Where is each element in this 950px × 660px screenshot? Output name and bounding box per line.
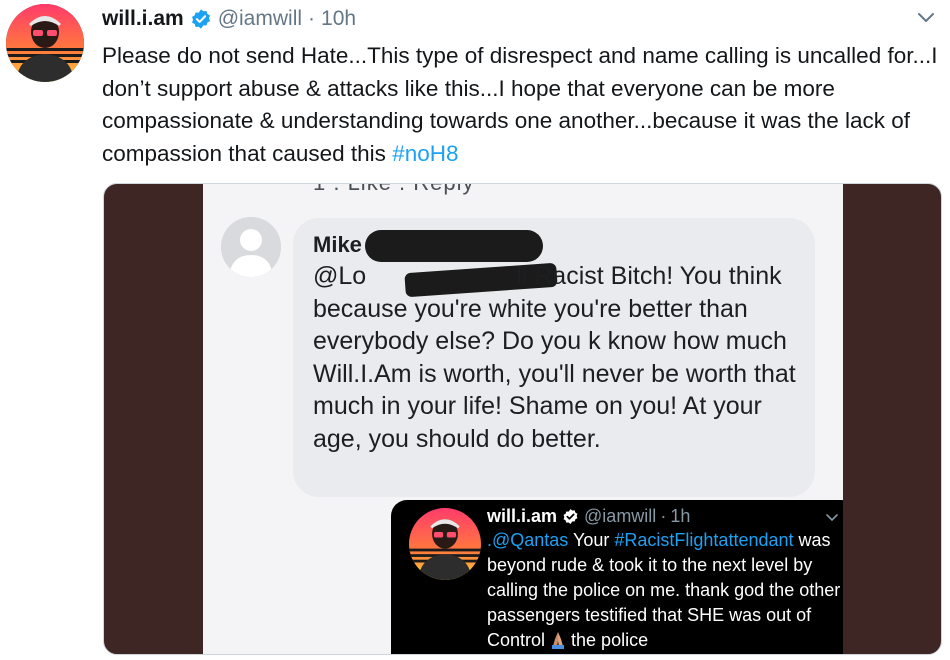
embedded-mention: .@Qantas <box>487 530 569 550</box>
embedded-author-name: will.i.am <box>487 506 558 526</box>
embedded-author-handle: @iamwill <box>584 506 657 526</box>
chevron-down-icon <box>825 510 839 522</box>
tweet-header: will.i.am @iamwill · 10h <box>102 6 356 32</box>
embedded-tweet-text: .@Qantas Your #RacistFlightattendant was… <box>487 528 843 653</box>
praying-hands-emoji <box>549 629 567 649</box>
tweet-text: Please do not send Hate...This type of d… <box>102 40 947 170</box>
embedded-tweet-timestamp: 1h <box>670 506 691 526</box>
separator-dot: · <box>308 7 316 30</box>
tweet-body: Please do not send Hate...This type of d… <box>102 43 938 166</box>
author-avatar[interactable] <box>6 4 84 82</box>
chevron-down-icon[interactable] <box>916 10 936 24</box>
redaction-mark <box>365 230 543 262</box>
cut-off-actions: 1 . Like . Reply <box>313 184 475 196</box>
comment-bubble: Mike @Lo ll Racist Bitch! You think becau… <box>293 218 815 497</box>
author-name[interactable]: will.i.am <box>102 7 184 31</box>
embedded-tweet: will.i.am @iamwill · 1h .@Qantas Your #R… <box>391 500 843 654</box>
hashtag-link[interactable]: #noH8 <box>392 141 458 166</box>
separator-dot: · <box>660 506 667 526</box>
embedded-hashtag: #RacistFlightattendant <box>614 530 794 550</box>
embedded-tweet-header: will.i.am @iamwill · 1h <box>487 506 690 527</box>
verified-badge-icon <box>562 508 579 525</box>
commenter-name: Mike <box>313 232 362 257</box>
screenshot-photo: 1 . Like . Reply Mike @Lo ll Racist Bitch… <box>203 184 843 654</box>
mention-suffix: ll <box>516 262 528 290</box>
tweet-media[interactable]: 1 . Like . Reply Mike @Lo ll Racist Bitch… <box>103 183 942 655</box>
comment-text: @Lo ll Racist Bitch! You think because yo… <box>313 260 805 455</box>
embedded-author-avatar <box>409 508 481 580</box>
embedded-text-part: Your <box>573 530 610 550</box>
comment-body: Racist Bitch! You think because you're w… <box>313 262 796 453</box>
verified-badge-icon <box>190 8 212 30</box>
author-handle[interactable]: @iamwill <box>218 7 302 31</box>
tweet-timestamp[interactable]: 10h <box>321 7 356 31</box>
mention-prefix: @Lo <box>313 262 367 290</box>
commenter-avatar <box>221 217 281 277</box>
embedded-text-part: the police <box>571 630 649 650</box>
